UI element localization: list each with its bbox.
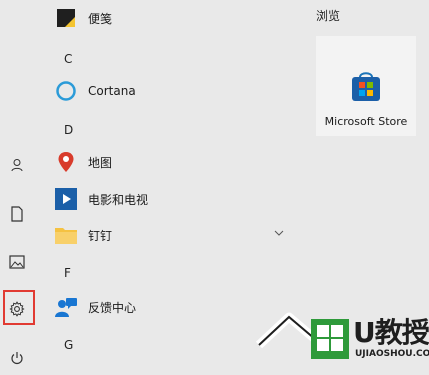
watermark-site: UJIAOSHOU.COM	[355, 349, 429, 359]
group-header-g[interactable]: G	[64, 338, 73, 352]
list-item-label: 反馈中心	[88, 300, 137, 315]
list-item-dingtalk-folder[interactable]: 钉钉	[54, 220, 294, 250]
watermark-brand: U教授	[353, 316, 429, 349]
list-item-sticky-notes[interactable]: 便笺	[54, 3, 294, 33]
power-button[interactable]	[0, 341, 34, 375]
list-item-maps[interactable]: 地图	[54, 147, 294, 177]
cortana-icon	[54, 79, 78, 103]
chevron-down-icon	[274, 230, 284, 236]
group-header-f[interactable]: F	[64, 266, 71, 280]
list-item-label: 钉钉	[88, 228, 113, 243]
power-icon	[11, 352, 23, 365]
store-icon	[349, 69, 383, 107]
list-item-movies-tv[interactable]: 电影和电视	[54, 184, 294, 214]
pictures-button[interactable]	[0, 245, 34, 279]
list-item-label: 电影和电视	[88, 192, 149, 207]
tile-microsoft-store[interactable]: Microsoft Store	[316, 36, 416, 136]
user-account-button[interactable]	[0, 148, 34, 182]
list-item-label: 便笺	[88, 11, 113, 26]
list-item-label: Cortana	[88, 84, 136, 98]
map-pin-icon	[54, 150, 78, 174]
list-item-cortana[interactable]: Cortana	[54, 76, 294, 106]
sticky-notes-icon	[54, 6, 78, 30]
tiles-group-title: 浏览	[316, 9, 341, 23]
group-header-d[interactable]: D	[64, 123, 73, 137]
tile-label: Microsoft Store	[324, 115, 408, 128]
watermark: U教授 UJIAOSHOU.COM	[255, 305, 429, 368]
feedback-hub-icon	[54, 295, 78, 319]
user-icon	[11, 159, 23, 172]
settings-highlight-box	[3, 290, 35, 325]
list-item-label: 地图	[88, 155, 113, 170]
group-header-c[interactable]: C	[64, 52, 72, 66]
movies-tv-icon	[54, 187, 78, 211]
document-icon	[11, 206, 23, 222]
documents-button[interactable]	[0, 197, 34, 231]
picture-icon	[9, 255, 25, 269]
folder-icon	[54, 223, 78, 247]
watermark-logo-icon	[255, 312, 349, 359]
start-rail	[0, 0, 44, 368]
